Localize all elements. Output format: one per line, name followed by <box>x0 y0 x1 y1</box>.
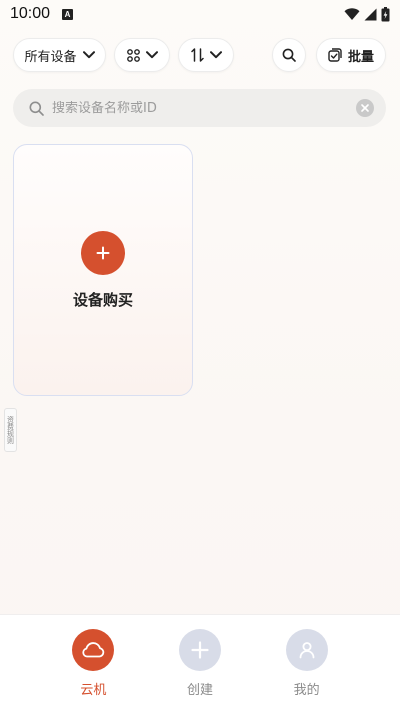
plus-icon <box>96 246 110 260</box>
clear-icon <box>361 104 369 112</box>
clear-search-button[interactable] <box>356 99 374 117</box>
batch-button[interactable]: 批量 <box>316 38 386 72</box>
status-icons <box>344 6 390 22</box>
nav-item-mine[interactable]: 我的 <box>267 615 347 710</box>
bottom-nav: 云机 创建 我的 <box>0 614 400 710</box>
device-filter-dropdown[interactable]: 所有设备 <box>13 38 106 72</box>
batch-label: 批量 <box>347 49 374 65</box>
nav-label-mine: 我的 <box>293 683 320 698</box>
search-icon <box>29 101 44 116</box>
chevron-down-icon <box>145 51 158 59</box>
plus-icon <box>191 641 209 659</box>
user-icon <box>299 642 315 659</box>
app-notification-icon: A <box>62 8 74 20</box>
cloud-nav-circle <box>72 629 115 671</box>
search-icon <box>282 48 296 62</box>
sort-icon <box>190 48 204 62</box>
search-bar <box>13 89 386 127</box>
status-time: 10:00 <box>10 5 51 22</box>
add-device-button[interactable] <box>81 231 125 275</box>
pricing-rules-tab[interactable]: 资费规则 <box>4 408 17 452</box>
search-input[interactable] <box>52 100 356 116</box>
buy-device-label: 设备购买 <box>72 291 133 309</box>
batch-icon <box>328 48 342 62</box>
device-filter-label: 所有设备 <box>24 49 77 65</box>
status-bar: 10:00 A <box>0 0 400 28</box>
nav-item-create[interactable]: 创建 <box>160 615 240 710</box>
nav-item-cloud[interactable]: 云机 <box>53 615 133 710</box>
chevron-down-icon <box>209 51 222 59</box>
chevron-down-icon <box>82 51 95 59</box>
grid-icon <box>126 48 140 62</box>
sort-dropdown[interactable] <box>178 38 234 72</box>
toolbar: 所有设备 批量 <box>13 38 387 72</box>
search-button[interactable] <box>272 38 306 72</box>
signal-icon <box>364 8 377 20</box>
create-nav-circle <box>178 629 221 671</box>
buy-device-card[interactable]: 设备购买 <box>13 144 193 396</box>
battery-icon <box>381 6 390 21</box>
layout-grid-dropdown[interactable] <box>114 38 170 72</box>
wifi-icon <box>344 7 360 20</box>
nav-label-cloud: 云机 <box>80 683 107 698</box>
mine-nav-circle <box>285 629 328 671</box>
nav-label-create: 创建 <box>186 683 213 698</box>
cloud-icon <box>82 642 105 658</box>
